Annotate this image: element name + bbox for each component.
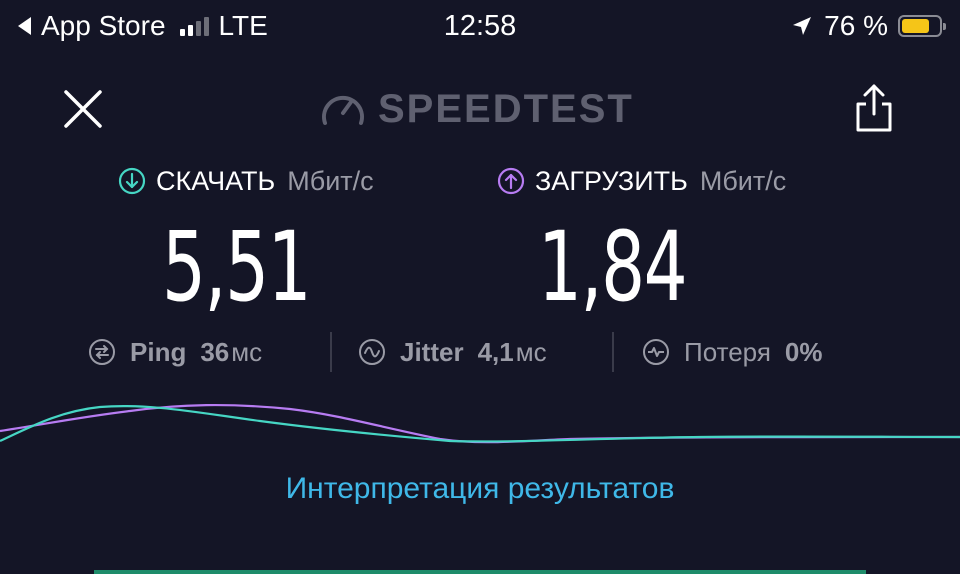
packet-loss-value: 0% [784,336,823,367]
upload-unit: Мбит/с [699,165,787,196]
upload-label: ЗАГРУЗИТЬ [535,165,688,196]
jitter-unit: мс [515,336,547,367]
ping-value: 36 [200,336,230,367]
download-unit: Мбит/с [287,165,374,196]
download-arrow-icon [118,167,146,195]
battery-icon [898,15,946,37]
jitter-stat: Jitter 4,1 мс [358,332,547,372]
download-label: СКАЧАТЬ [156,165,276,196]
stats-divider [612,332,614,372]
location-arrow-icon [793,17,812,35]
battery-fill [902,19,929,33]
share-icon[interactable] [852,82,896,134]
speedometer-icon [322,95,364,125]
logo-text: SPEEDTEST [378,86,634,131]
stats-divider [330,332,332,372]
ping-label: Ping [130,336,187,367]
upload-header: ЗАГРУЗИТЬ Мбит/с [497,162,786,200]
jitter-label: Jitter [400,336,464,367]
ping-icon [89,339,115,365]
status-bar-right: 76 % [790,8,946,44]
upload-speed-value: 1,84 [538,211,688,323]
upload-arrow-icon [497,167,525,195]
bottom-button-edge[interactable] [94,570,866,574]
download-header: СКАЧАТЬ Мбит/с [118,162,374,200]
speed-graph [0,403,960,444]
interpret-results-link[interactable]: Интерпретация результатов [0,472,960,506]
battery-percent: 76 % [824,10,888,41]
packet-loss-icon [643,339,669,365]
packet-loss-label: Потеря [684,336,771,367]
status-bar: App Store LTE 12:58 76 % [0,0,960,52]
ping-unit: мс [231,336,263,367]
ping-stat: Ping 36 мс [88,332,262,372]
download-speed-value: 5,51 [162,211,312,323]
download-speed-line [0,404,960,443]
packet-loss-stat: Потеря 0% [642,332,822,372]
jitter-icon [359,339,385,365]
speedtest-logo: SPEEDTEST [320,86,634,132]
jitter-value: 4,1 [477,336,514,367]
stats-row: Ping 36 мс Jitter 4,1 мс Потеря 0% [0,332,960,372]
close-icon[interactable] [60,86,106,132]
